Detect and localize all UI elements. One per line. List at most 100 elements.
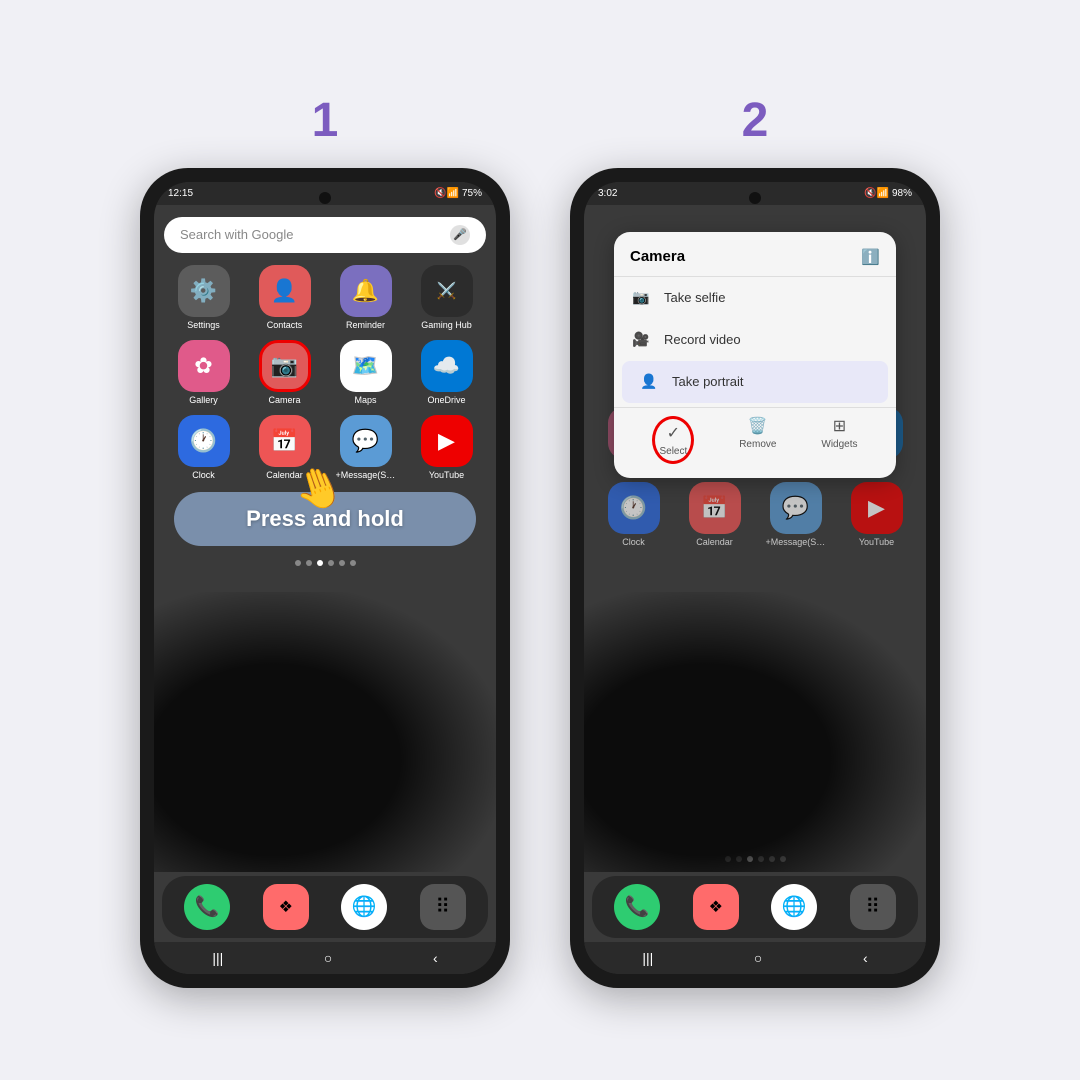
status-battery-1: 🔇📶 75% [434,188,482,199]
clock-label-1: Clock [192,470,215,480]
onedrive-icon-1: ☁️ [421,340,473,392]
calendar-icon-1: 📅 [259,415,311,467]
selfie-icon: 📷 [630,287,652,309]
widgets-label: Widgets [821,439,857,450]
dock-galaxy-1[interactable]: ❖ [263,884,309,930]
app-message-2[interactable]: 💬 +Message(SM... [758,482,833,547]
context-select[interactable]: ✓ Select [652,416,694,464]
dock-phone-1[interactable]: 📞 [184,884,230,930]
context-video[interactable]: 🎥 Record video [614,319,896,361]
app-message-1[interactable]: 💬 +Message(SM... [328,415,403,480]
home-content-1: Search with Google 🎤 ⚙️ Settings 👤 Conta… [154,205,496,872]
dock-phone-2[interactable]: 📞 [614,884,660,930]
status-battery-2: 🔇📶 98% [864,188,912,199]
nav-home-2[interactable]: ○ [754,950,762,966]
app-clock-1[interactable]: 🕐 Clock [166,415,241,480]
clock-label-2: Clock [622,537,645,547]
nav-recent-2[interactable]: ||| [642,950,653,966]
dock-apps-1[interactable]: ⠿ [420,884,466,930]
context-widgets[interactable]: ⊞ Widgets [821,416,857,464]
search-placeholder-1: Search with Google [180,227,293,242]
nav-back-2[interactable]: ‹ [863,950,868,966]
nav-recent-1[interactable]: ||| [212,950,223,966]
app-gallery-1[interactable]: ✿ Gallery [166,340,241,405]
app-gaming-1[interactable]: ⚔️ Gaming Hub [409,265,484,330]
calendar-label-2: Calendar [696,537,733,547]
gallery-label-1: Gallery [189,395,218,405]
dock-chrome-1[interactable]: 🌐 [341,884,387,930]
dot-3-active [317,560,323,566]
context-selfie[interactable]: 📷 Take selfie [614,277,896,319]
dot-indicator-1 [164,556,486,568]
dot-1 [295,560,301,566]
context-portrait[interactable]: 👤 Take portrait [622,361,888,403]
dock-chrome-2[interactable]: 🌐 [771,884,817,930]
gaming-icon-1: ⚔️ [421,265,473,317]
phone2-camera-bump [749,192,761,204]
context-menu-title: Camera ℹ️ [614,242,896,277]
clock-icon-1: 🕐 [178,415,230,467]
maps-label-1: Maps [354,395,376,405]
youtube-label-2: YouTube [859,537,894,547]
dot-2-6 [780,856,786,862]
youtube-icon-2: ▶ [851,482,903,534]
mic-icon-1: 🎤 [450,225,470,245]
portrait-icon: 👤 [638,371,660,393]
settings-icon-1: ⚙️ [178,265,230,317]
reminder-label-1: Reminder [346,320,385,330]
dot-2-3-active [747,856,753,862]
app-reminder-1[interactable]: 🔔 Reminder [328,265,403,330]
phone2-screen: 3:02 🔇📶 98% Camera ℹ️ 📷 Take selfie 🎥 [584,182,926,974]
app-youtube-1[interactable]: ▶ YouTube [409,415,484,480]
widgets-icon: ⊞ [833,416,846,436]
dock-galaxy-2[interactable]: ❖ [693,884,739,930]
dock-apps-2[interactable]: ⠿ [850,884,896,930]
context-menu-popup: Camera ℹ️ 📷 Take selfie 🎥 Record video 👤… [614,232,896,478]
clock-icon-2: 🕐 [608,482,660,534]
nav-bar-1: ||| ○ ‹ [154,942,496,974]
app-calendar-2[interactable]: 📅 Calendar [677,482,752,547]
step1-number: 1 [312,93,339,148]
signal-icons-1: 🔇📶 [434,188,459,199]
app-grid-row1-1: ⚙️ Settings 👤 Contacts 🔔 Reminder ⚔️ Gam… [164,263,486,332]
dot-6 [350,560,356,566]
context-camera-label: Camera [630,248,685,265]
select-icon: ✓ [667,423,680,443]
selfie-label: Take selfie [664,290,725,305]
gallery-icon-1: ✿ [178,340,230,392]
dot-2-5 [769,856,775,862]
app-contacts-1[interactable]: 👤 Contacts [247,265,322,330]
status-time-2: 3:02 [598,188,617,199]
app-onedrive-1[interactable]: ☁️ OneDrive [409,340,484,405]
contacts-icon-1: 👤 [259,265,311,317]
app-camera-1[interactable]: 📷 Camera [247,340,322,405]
gaming-label-1: Gaming Hub [421,320,472,330]
message-label-2: +Message(SM... [766,537,826,547]
context-actions-row: ✓ Select 🗑️ Remove ⊞ Widgets [614,407,896,468]
dock-1: 📞 ❖ 🌐 ⠿ [162,876,488,938]
step2-number: 2 [742,93,769,148]
app-clock-2[interactable]: 🕐 Clock [596,482,671,547]
message-icon-1: 💬 [340,415,392,467]
reminder-icon-1: 🔔 [340,265,392,317]
context-remove[interactable]: 🗑️ Remove [739,416,776,464]
nav-bar-2: ||| ○ ‹ [584,942,926,974]
app-youtube-2[interactable]: ▶ YouTube [839,482,914,547]
step1-container: 1 12:15 🔇📶 75% Search with Google 🎤 [140,93,510,988]
phone1-screen: 12:15 🔇📶 75% Search with Google 🎤 ⚙️ [154,182,496,974]
remove-icon: 🗑️ [748,416,768,436]
camera-label-1: Camera [268,395,300,405]
phone2: 3:02 🔇📶 98% Camera ℹ️ 📷 Take selfie 🎥 [570,168,940,988]
maps-icon-1: 🗺️ [340,340,392,392]
video-label: Record video [664,332,741,347]
step2-container: 2 3:02 🔇📶 98% Camera ℹ️ 📷 [570,93,940,988]
nav-home-1[interactable]: ○ [324,950,332,966]
camera-icon-1: 📷 [259,340,311,392]
search-bar-1[interactable]: Search with Google 🎤 [164,217,486,253]
app-maps-1[interactable]: 🗺️ Maps [328,340,403,405]
select-label: Select [659,446,687,457]
message-icon-2: 💬 [770,482,822,534]
nav-back-1[interactable]: ‹ [433,950,438,966]
app-grid-row3-2: 🕐 Clock 📅 Calendar 💬 +Message(SM... ▶ Yo… [594,480,916,549]
app-settings-1[interactable]: ⚙️ Settings [166,265,241,330]
